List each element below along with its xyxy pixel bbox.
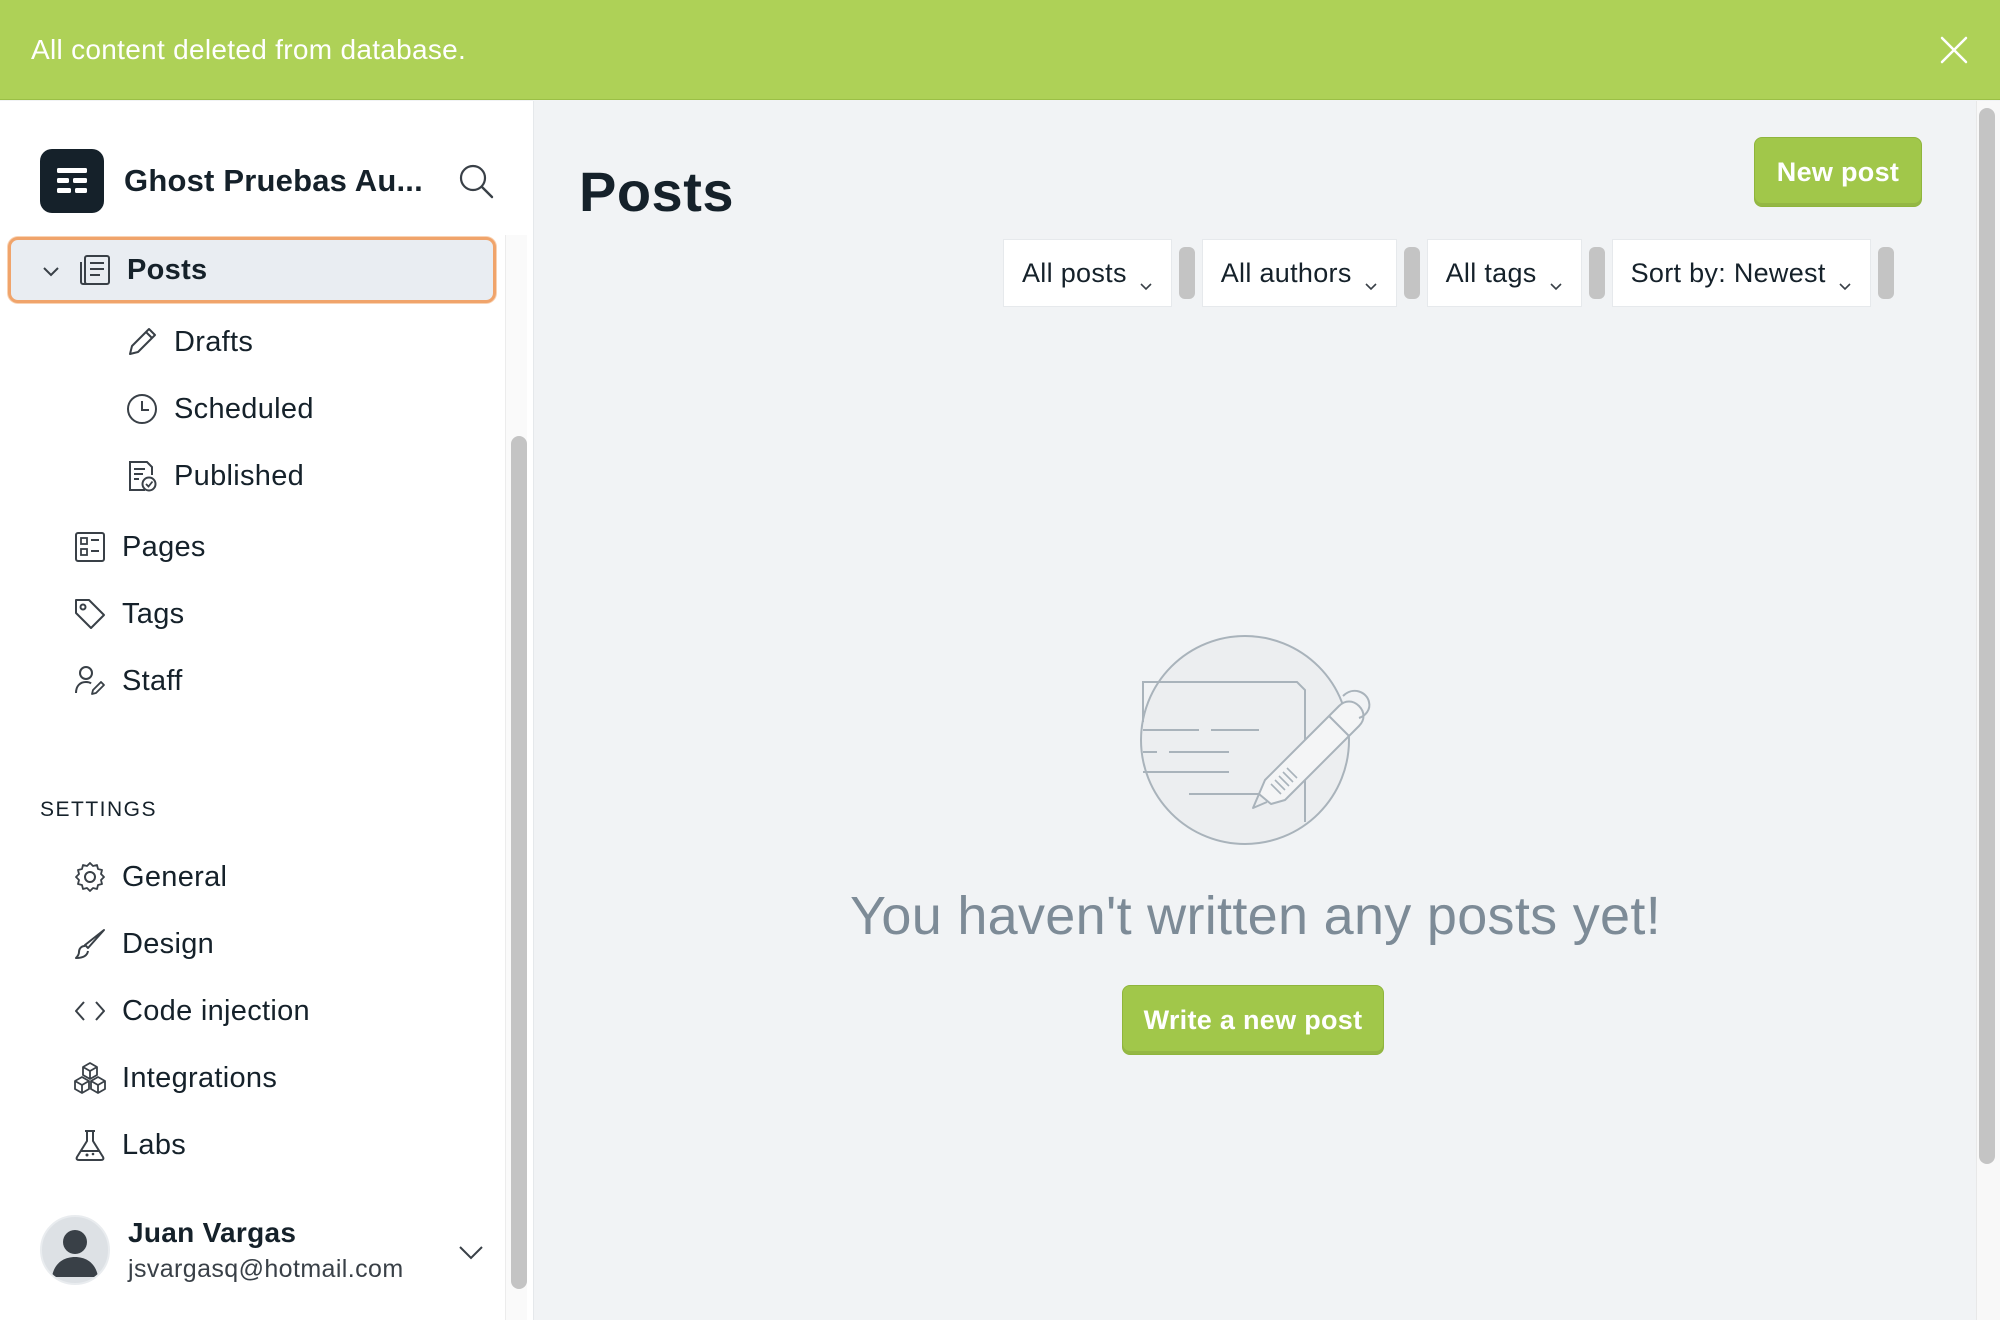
sidebar: Ghost Pruebas Au... Posts Drafts Schedul… xyxy=(0,101,534,1320)
sidebar-scrollbar-thumb[interactable] xyxy=(511,436,527,1289)
new-post-button[interactable]: New post xyxy=(1754,137,1922,207)
filter-divider xyxy=(1588,247,1605,299)
sidebar-item-label: Labs xyxy=(122,1128,187,1161)
sidebar-item-label: General xyxy=(122,860,228,893)
chevron-down-icon[interactable] xyxy=(456,1237,486,1267)
filter-sort[interactable]: Sort by: Newest xyxy=(1611,239,1871,307)
gear-icon xyxy=(72,859,108,895)
posts-icon xyxy=(77,252,113,288)
user-info: Juan Vargas jsvargasq@hotmail.com xyxy=(128,1217,404,1284)
filter-label: All tags xyxy=(1445,257,1537,288)
sidebar-item-general[interactable]: General xyxy=(72,855,227,899)
published-icon xyxy=(124,458,160,494)
avatar xyxy=(40,1215,110,1285)
main-scrollbar-thumb[interactable] xyxy=(1979,108,1995,1164)
sidebar-item-label: Drafts xyxy=(174,325,254,358)
settings-heading: SETTINGS xyxy=(40,798,158,821)
filter-divider xyxy=(1178,247,1195,299)
sidebar-item-drafts[interactable]: Drafts xyxy=(124,320,253,364)
filter-label: Sort by: Newest xyxy=(1630,257,1826,288)
sidebar-item-label: Published xyxy=(174,459,305,492)
sidebar-item-posts[interactable]: Posts xyxy=(8,237,496,303)
sidebar-item-integrations[interactable]: Integrations xyxy=(72,1056,277,1100)
filter-tag[interactable]: All tags xyxy=(1426,239,1582,307)
brush-icon xyxy=(72,926,108,962)
filter-divider xyxy=(1403,247,1420,299)
notification-message: All content deleted from database. xyxy=(31,33,467,65)
sidebar-item-published[interactable]: Published xyxy=(124,454,304,498)
page-title: Posts xyxy=(579,160,734,223)
sidebar-item-staff[interactable]: Staff xyxy=(72,659,183,703)
sidebar-item-design[interactable]: Design xyxy=(72,922,214,966)
sidebar-item-label: Code injection xyxy=(122,994,310,1027)
sidebar-item-label: Pages xyxy=(122,530,206,563)
sidebar-item-pages[interactable]: Pages xyxy=(72,525,206,569)
sidebar-item-label: Design xyxy=(122,927,215,960)
cubes-icon xyxy=(72,1060,108,1096)
chevron-down-icon xyxy=(1838,268,1852,291)
staff-icon xyxy=(72,663,108,699)
chevron-down-icon xyxy=(1549,268,1563,291)
filter-label: All posts xyxy=(1022,257,1127,288)
site-logo xyxy=(40,149,104,213)
sidebar-item-labs[interactable]: Labs xyxy=(72,1123,186,1167)
user-menu[interactable]: Juan Vargas jsvargasq@hotmail.com xyxy=(40,1215,483,1285)
site-brand[interactable]: Ghost Pruebas Au... xyxy=(40,149,429,213)
user-email: jsvargasq@hotmail.com xyxy=(128,1254,404,1283)
sidebar-item-label: Integrations xyxy=(122,1061,278,1094)
post-filters: All posts All authors All tags Sort by: … xyxy=(1003,239,1894,307)
tag-icon xyxy=(72,596,108,632)
site-name: Ghost Pruebas Au... xyxy=(124,163,423,198)
chevron-down-icon[interactable] xyxy=(39,258,63,282)
filter-post-type[interactable]: All posts xyxy=(1003,239,1172,307)
write-new-post-button[interactable]: Write a new post xyxy=(1122,985,1384,1055)
sidebar-item-scheduled[interactable]: Scheduled xyxy=(124,387,314,431)
sidebar-item-label: Staff xyxy=(122,664,183,697)
filter-label: All authors xyxy=(1220,257,1352,288)
sidebar-item-tags[interactable]: Tags xyxy=(72,592,184,636)
chevron-down-icon xyxy=(1139,268,1153,291)
chevron-down-icon xyxy=(1364,268,1378,291)
search-icon[interactable] xyxy=(456,161,496,201)
sidebar-item-label: Scheduled xyxy=(174,392,314,425)
code-icon xyxy=(72,993,108,1029)
sidebar-item-code-injection[interactable]: Code injection xyxy=(72,989,310,1033)
sidebar-item-label: Tags xyxy=(122,597,185,630)
pencil-icon xyxy=(124,324,160,360)
empty-state-message: You haven't written any posts yet! xyxy=(850,886,1661,946)
empty-posts-illustration xyxy=(1139,634,1379,854)
filter-author[interactable]: All authors xyxy=(1201,239,1397,307)
pages-icon xyxy=(72,529,108,565)
clock-icon xyxy=(124,391,160,427)
flask-icon xyxy=(72,1127,108,1163)
main-content: Posts New post All posts All authors All… xyxy=(535,101,1976,1320)
sidebar-item-label: Posts xyxy=(127,253,208,286)
notification-banner: All content deleted from database. xyxy=(0,0,2000,100)
user-name: Juan Vargas xyxy=(128,1216,297,1248)
filter-divider xyxy=(1877,247,1894,299)
close-icon[interactable] xyxy=(1934,30,1974,70)
